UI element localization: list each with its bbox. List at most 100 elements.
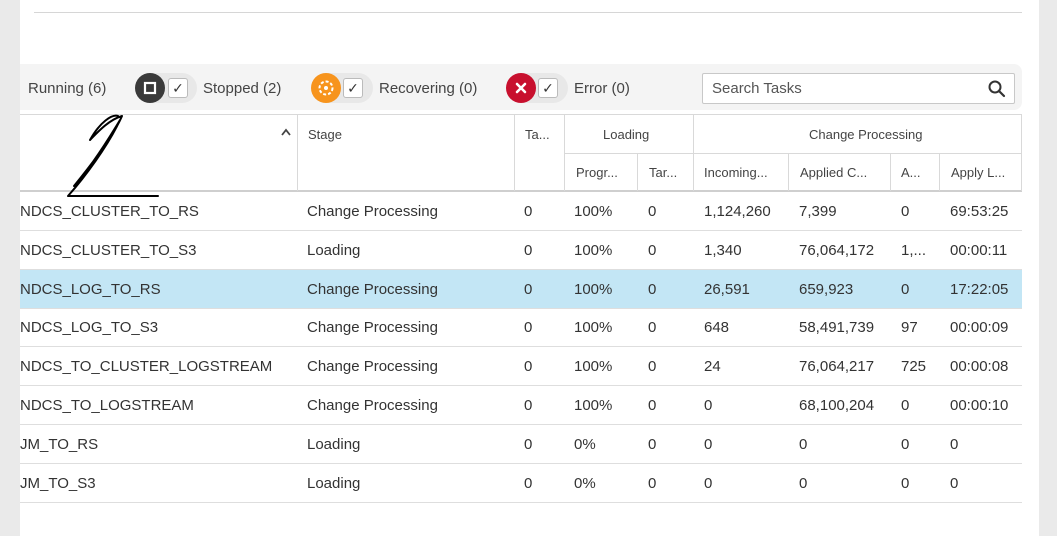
cell-apply-latency: 00:00:09 [950,319,1009,337]
cell-tables: 0 [524,435,533,453]
cell-target: 0 [648,435,657,453]
header-group-divider [564,153,1022,154]
table-row[interactable]: JM_TO_RS Loading 0 0% 0 0 0 0 0 [20,425,1022,464]
table-row[interactable]: NDCS_CLUSTER_TO_S3 Loading 0 100% 0 1,340 76,0… [20,231,1022,270]
table-row[interactable]: NDCS_TO_CLUSTER_LOGSTREAM Change Processi… [20,347,1022,387]
filter-error-label[interactable]: Error (0) [574,80,630,97]
cell-apply-latency: 69:53:25 [950,203,1009,220]
table-row[interactable]: JM_TO_S3 Loading 0 0% 0 0 0 0 0 [20,464,1022,503]
cell-applied: 58,491,739 [799,319,875,337]
header-target[interactable]: Tar... [649,165,677,180]
cell-applied: 659,923 [799,280,854,298]
cell-target: 0 [648,358,657,376]
cell-a: 97 [901,319,918,337]
handwritten-annotation [67,114,159,197]
cell-task-name: NDCS_TO_CLUSTER_LOGSTREAM [20,358,273,376]
table-row[interactable]: NDCS_CLUSTER_TO_RS Change Processing 0 100%… [20,192,1022,231]
header-change-processing-group: Change Processing [809,127,923,142]
cell-a: 725 [901,358,927,376]
table-row[interactable]: NDCS_LOG_TO_S3 Change Processing 0 100% 0 648… [20,308,1022,348]
cell-a: 0 [901,435,910,453]
left-panel-edge [0,0,20,536]
cell-applied: 76,064,172 [799,241,875,259]
cell-stage: Change Processing [307,358,438,376]
cell-incoming: 648 [704,319,730,337]
stopped-icon [135,73,165,103]
header-stage[interactable]: Stage [308,127,342,142]
cell-progress: 100% [574,397,613,414]
cell-stage: Loading [307,474,361,492]
table-row[interactable]: NDCS_TO_LOGSTREAM Change Processing 0 100% 0… [20,386,1022,425]
header-a[interactable]: A... [901,165,921,180]
cell-progress: 0% [574,435,596,453]
cell-stage: Change Processing [307,203,438,220]
checkmark-icon: ✓ [347,79,359,96]
cell-tables: 0 [524,358,533,376]
cell-incoming: 1,340 [704,241,742,259]
cell-task-name: NDCS_TO_LOGSTREAM [20,397,194,414]
header-top-border [20,114,1022,115]
cell-task-name: NDCS_LOG_TO_S3 [20,319,159,337]
filter-error-checkbox[interactable]: ✓ [538,78,558,98]
cell-tables: 0 [524,241,533,259]
filter-running-label[interactable]: Running (6) [28,80,106,97]
header-apply-latency[interactable]: Apply L... [951,165,1005,180]
cell-a: 0 [901,397,910,414]
cell-incoming: 26,591 [704,280,750,298]
cell-target: 0 [648,280,657,298]
col-divider [788,153,789,191]
table-row[interactable]: NDCS_LOG_TO_RS Change Processing 0 100% 0 26,… [20,269,1022,309]
filter-recovering-label[interactable]: Recovering (0) [379,80,477,97]
filter-stopped-checkbox[interactable]: ✓ [168,78,188,98]
cell-stage: Change Processing [307,319,438,337]
cell-applied: 0 [799,474,808,492]
cell-incoming: 0 [704,474,713,492]
cell-target: 0 [648,241,657,259]
cell-stage: Loading [307,241,361,259]
cell-task-name: NDCS_CLUSTER_TO_RS [20,203,199,220]
cell-tables: 0 [524,203,533,220]
cell-progress: 0% [574,474,596,492]
cell-incoming: 0 [704,397,713,414]
cell-a: 0 [901,203,910,220]
cell-stage: Change Processing [307,397,438,414]
checkmark-icon: ✓ [542,79,554,96]
col-divider [939,153,940,191]
cell-tables: 0 [524,319,533,337]
cell-task-name: JM_TO_S3 [20,474,96,492]
search-icon[interactable] [987,79,1007,99]
cell-apply-latency: 00:00:10 [950,397,1009,414]
cell-task-name: NDCS_CLUSTER_TO_S3 [20,241,197,259]
cell-applied: 7,399 [799,203,837,220]
cell-target: 0 [648,397,657,414]
search-input[interactable] [703,74,973,103]
sort-ascending-icon[interactable] [280,126,292,140]
cell-task-name: NDCS_LOG_TO_RS [20,280,161,298]
cell-applied: 0 [799,435,808,453]
cell-a: 0 [901,474,910,492]
cell-target: 0 [648,319,657,337]
header-progress[interactable]: Progr... [576,165,618,180]
filter-stopped-label[interactable]: Stopped (2) [203,80,281,97]
col-divider [890,153,891,191]
header-tables[interactable]: Ta... [525,127,550,142]
header-applied[interactable]: Applied C... [800,165,867,180]
error-icon [506,73,536,103]
cell-incoming: 0 [704,435,713,453]
cell-target: 0 [648,203,657,220]
cell-progress: 100% [574,319,613,337]
cell-tables: 0 [524,280,533,298]
filter-recovering-checkbox[interactable]: ✓ [343,78,363,98]
cell-tables: 0 [524,474,533,492]
cell-progress: 100% [574,203,613,220]
header-loading-group: Loading [603,127,650,142]
cell-tables: 0 [524,397,533,414]
page-scrollbar[interactable] [1039,0,1057,536]
search-tasks-box[interactable] [702,73,1015,104]
col-divider [637,153,638,191]
col-divider [1021,114,1022,191]
cell-applied: 68,100,204 [799,397,875,414]
cell-apply-latency: 0 [950,435,959,453]
header-incoming[interactable]: Incoming... [704,165,768,180]
cell-task-name: JM_TO_RS [20,435,99,453]
